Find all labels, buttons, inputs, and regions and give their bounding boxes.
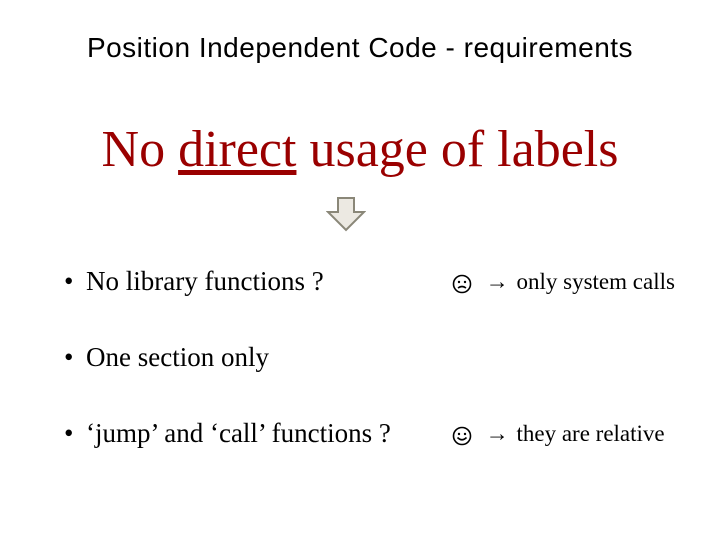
resolution-3: → they are relative [450,420,665,449]
resolution-1: → only system calls [450,268,675,297]
slide: Position Independent Code - requirements… [0,0,720,540]
bullet-marker: • [64,418,86,449]
bullet-list: • No library functions ? • One section o… [64,264,391,492]
bullet-item-3: • ‘jump’ and ‘call’ functions ? [64,416,391,450]
bullet-marker: • [64,266,86,297]
bullet-marker: • [64,342,86,373]
headline: No direct usage of labels [0,120,720,179]
bullet-item-2: • One section only [64,340,391,374]
bullet-text-1: No library functions ? [86,266,324,297]
resolution-text-1: only system calls [511,269,675,294]
slide-title: Position Independent Code - requirements [0,32,720,64]
headline-post: usage of labels [296,121,618,178]
bullet-text-3: ‘jump’ and ‘call’ functions ? [86,418,391,449]
happy-face-icon [450,422,474,449]
resolution-text-3: they are relative [511,421,665,446]
down-arrow-icon [326,196,366,237]
bullet-text-2: One section only [86,342,269,373]
headline-underlined: direct [178,121,296,178]
headline-pre: No [102,121,179,178]
sad-face-icon [450,270,474,297]
bullet-item-1: • No library functions ? [64,264,391,298]
arrow-right-icon: → [480,420,511,446]
arrow-right-icon: → [480,268,511,294]
